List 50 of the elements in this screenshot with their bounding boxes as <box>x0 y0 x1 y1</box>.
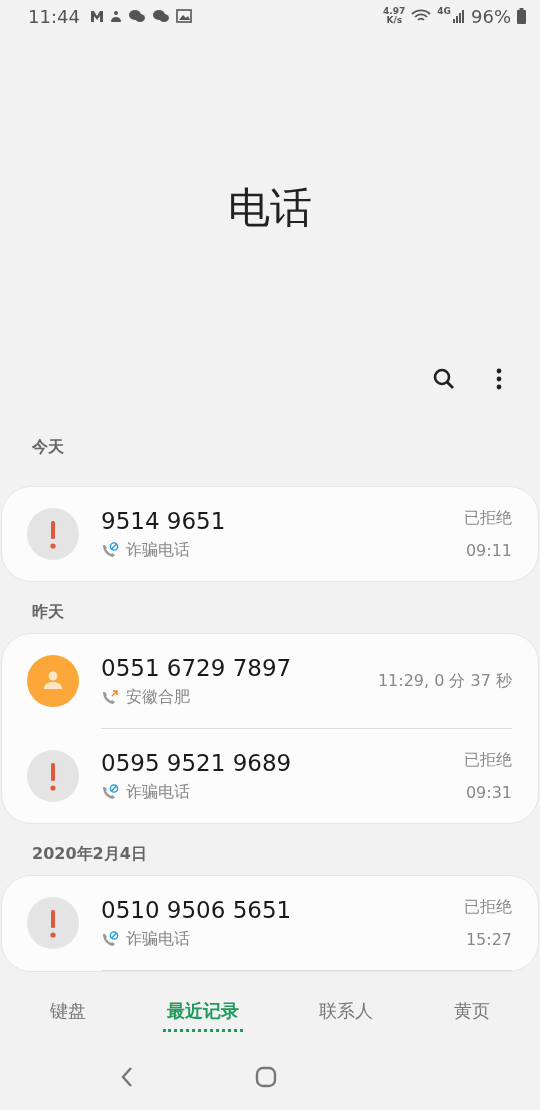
warning-avatar-icon <box>27 508 79 560</box>
call-time: 09:11 <box>465 541 512 560</box>
bottom-tab[interactable]: 键盘 <box>46 992 91 1032</box>
phone-number: 9514 9651 <box>101 507 227 534</box>
chat-icon <box>151 8 170 24</box>
status-time: 11:44 <box>28 5 80 27</box>
call-status: 已拒绝 <box>464 897 512 918</box>
call-log-item[interactable]: 9514 9651 诈骗电话 已拒绝 09:11 <box>2 487 538 581</box>
call-time: 15:27 <box>465 930 512 949</box>
page-title: 电话 <box>228 181 312 234</box>
bottom-tab[interactable]: 联系人 <box>315 992 378 1032</box>
call-label: 诈骗电话 <box>126 539 190 561</box>
bottom-tab[interactable]: 黄页 <box>449 992 494 1032</box>
mail-icon <box>89 8 104 24</box>
battery-icon <box>517 8 526 24</box>
warning-avatar-icon <box>27 897 79 949</box>
more-options-icon[interactable] <box>496 368 502 390</box>
phone-number: 0595 9521 9689 <box>101 749 293 776</box>
call-label: 诈骗电话 <box>126 781 190 803</box>
section-header: 昨天 <box>31 601 65 623</box>
contact-avatar-icon <box>27 655 79 707</box>
chat-icon <box>127 8 146 24</box>
call-time: 09:31 <box>465 783 512 802</box>
home-icon[interactable] <box>255 1066 277 1088</box>
battery-level: 96% <box>471 5 511 27</box>
call-time: 11:29, 0 分 37 秒 <box>377 670 512 692</box>
image-icon <box>175 8 192 24</box>
call-label: 诈骗电话 <box>126 928 190 950</box>
blocked-call-icon <box>101 784 119 800</box>
outgoing-call-icon <box>101 689 119 705</box>
phone-number: 0551 6729 7897 <box>101 654 293 681</box>
blocked-call-icon <box>101 542 119 558</box>
call-log-item[interactable]: 0551 6729 7897 安徽合肥 11:29, 0 分 37 秒 <box>2 634 538 728</box>
call-log-item[interactable]: 0595 9521 9689 诈骗电话 已拒绝 09:31 <box>2 729 538 823</box>
blocked-call-icon <box>101 931 119 947</box>
wifi-icon <box>411 9 432 23</box>
phone-number: 0510 9506 5651 <box>101 896 293 923</box>
section-header: 今天 <box>31 436 65 458</box>
call-status: 已拒绝 <box>464 508 512 529</box>
call-label: 安徽合肥 <box>126 686 190 708</box>
section-header: 2020年2月4日 <box>31 843 148 865</box>
back-icon[interactable] <box>120 1066 135 1088</box>
call-log-item[interactable]: 0510 9506 5651 诈骗电话 已拒绝 15:27 <box>2 876 538 970</box>
warning-avatar-icon <box>27 750 79 802</box>
search-icon[interactable] <box>432 367 456 391</box>
network-speed: 4.97 K/s <box>383 7 406 25</box>
call-status: 已拒绝 <box>464 750 512 771</box>
figure-icon <box>109 8 122 24</box>
network-type: 4G <box>437 6 451 16</box>
signal-icon <box>453 9 465 23</box>
